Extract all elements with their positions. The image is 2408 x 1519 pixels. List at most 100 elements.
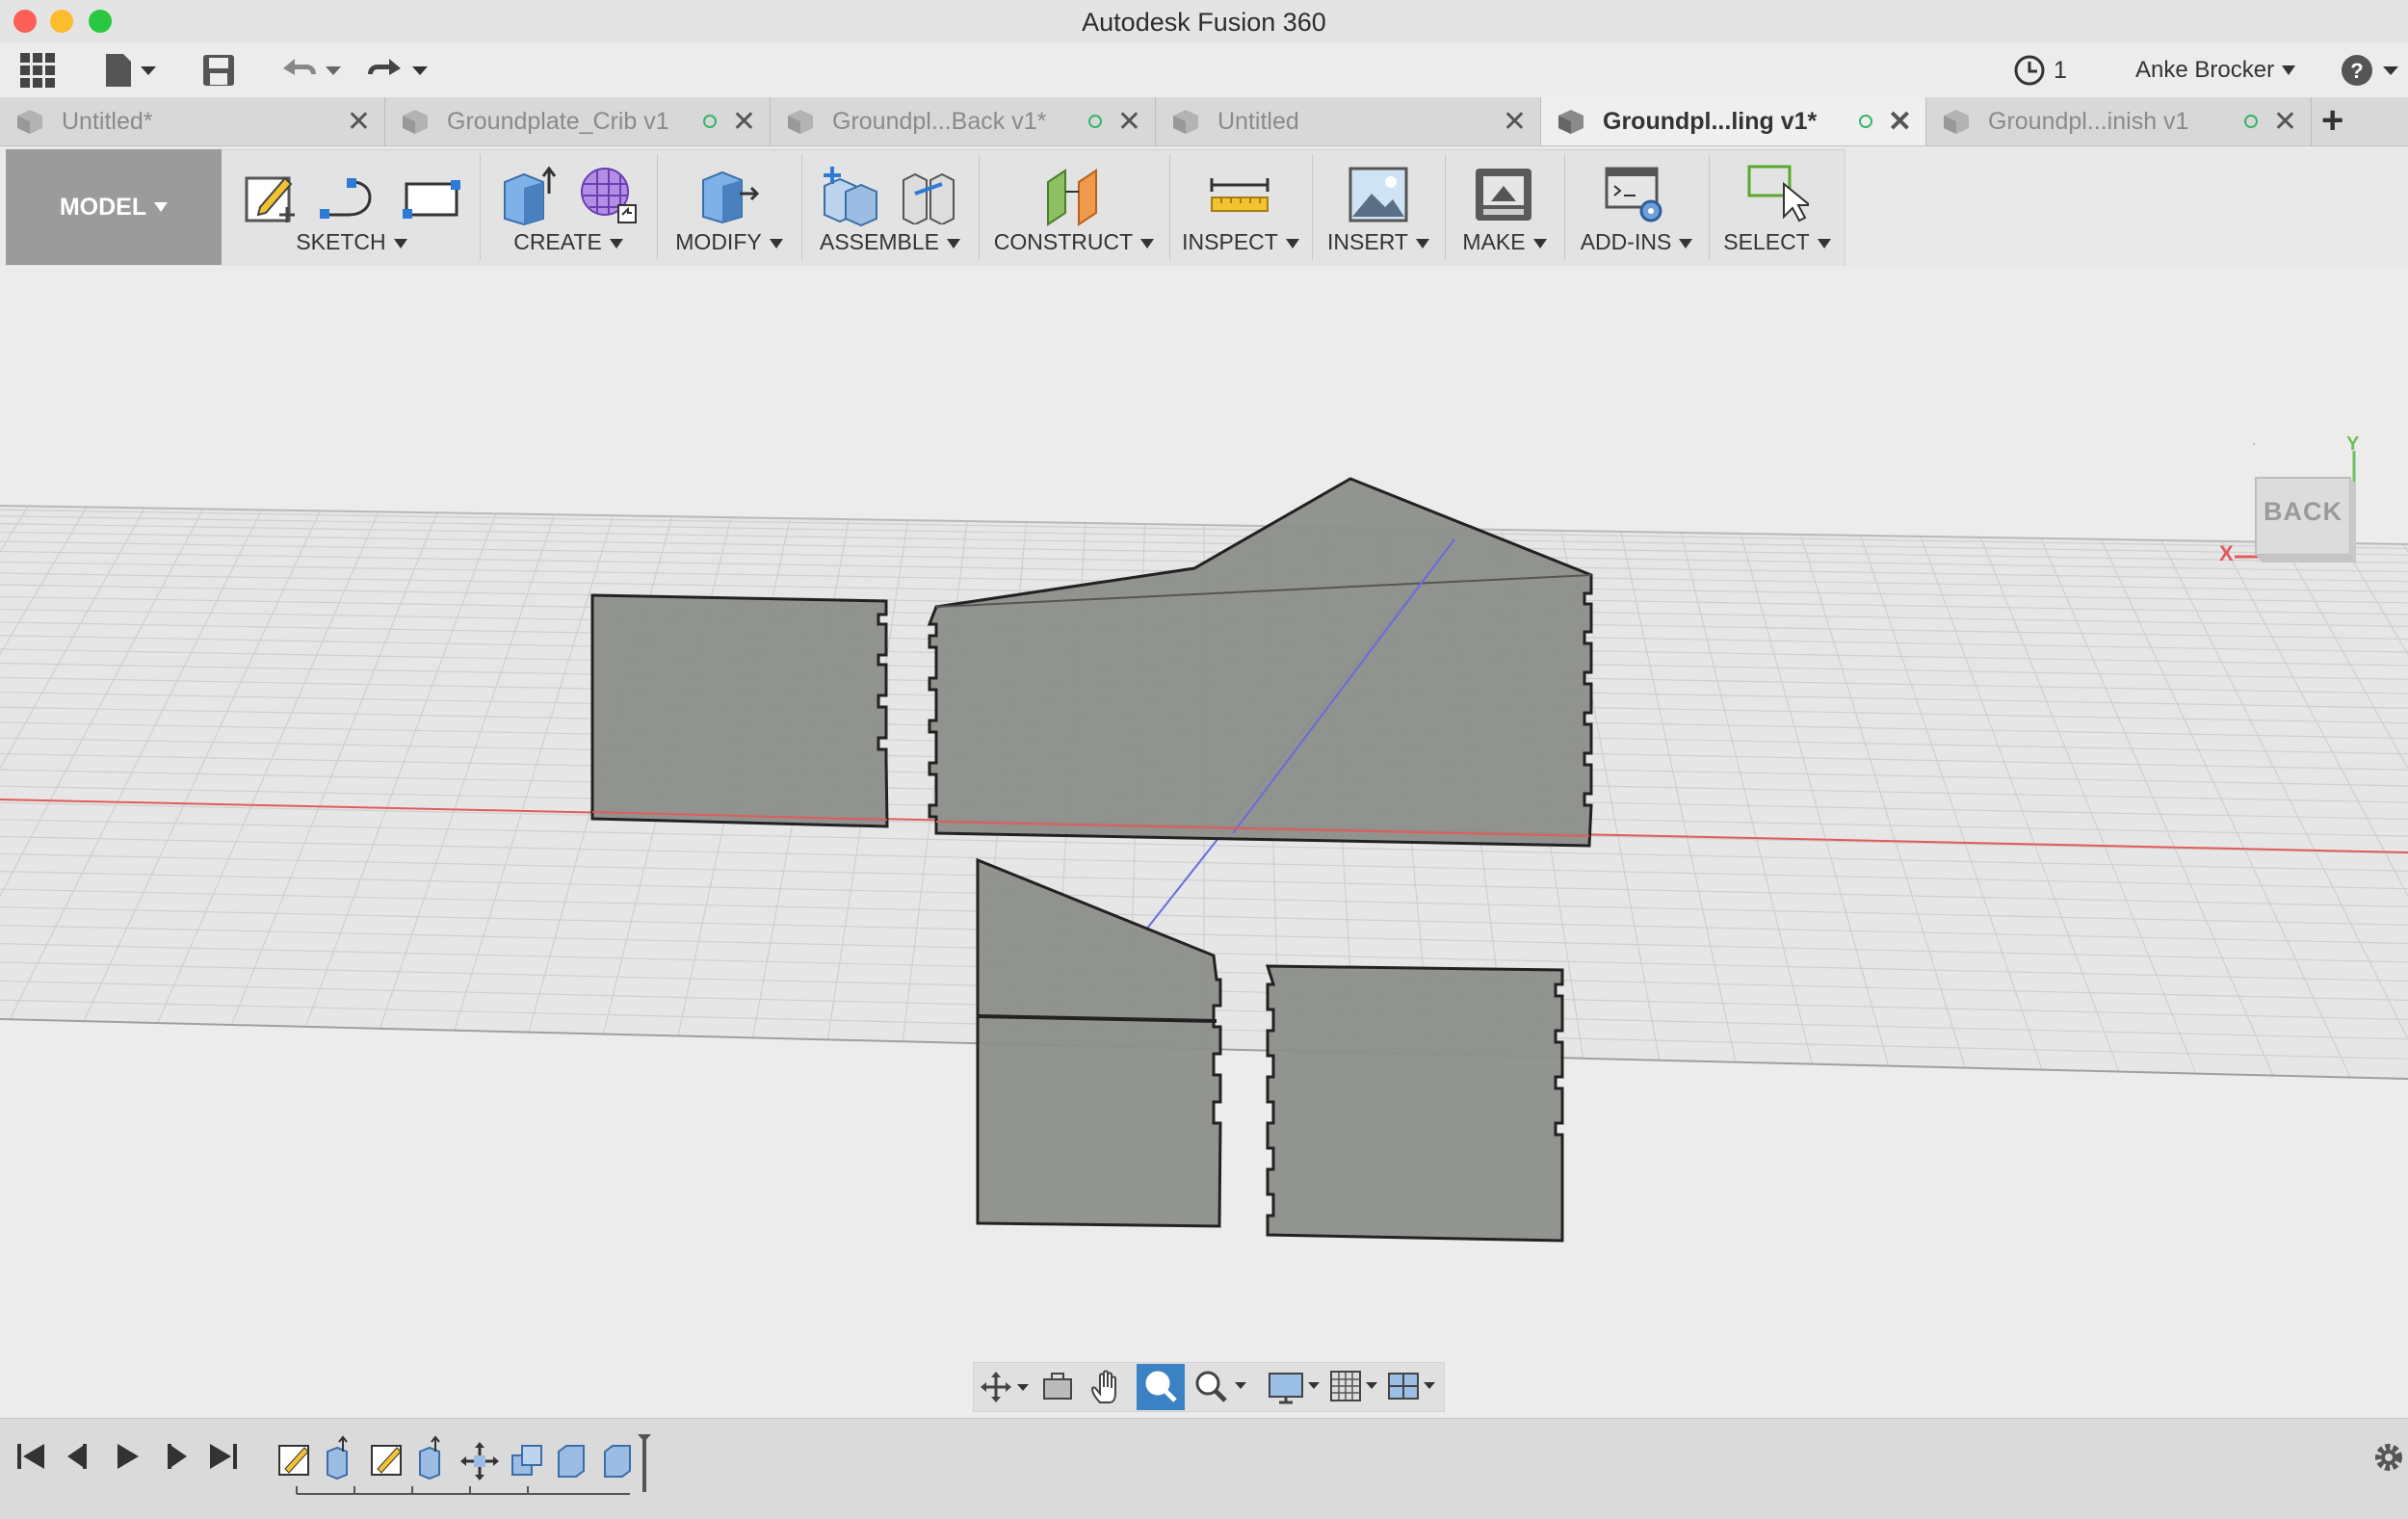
create-group[interactable]: CREATE [482, 149, 655, 265]
create-sketch-icon[interactable] [241, 167, 301, 226]
close-tab-icon[interactable]: ✕ [732, 105, 756, 139]
3d-print-icon[interactable] [1472, 165, 1535, 224]
extrude-icon[interactable] [499, 165, 559, 226]
svg-text:?: ? [2350, 59, 2363, 83]
design-cube-icon [788, 110, 813, 134]
scripts-addins-icon[interactable] [1605, 165, 1668, 226]
addins-menu-label[interactable]: ADD-INS [1566, 229, 1707, 255]
go-to-start-icon[interactable] [15, 1440, 48, 1478]
assemble-group[interactable]: ASSEMBLE [803, 149, 977, 265]
timeline-sketch-icon [371, 1445, 402, 1476]
close-tab-icon[interactable]: ✕ [2273, 105, 2297, 139]
close-tab-icon[interactable]: ✕ [347, 105, 371, 139]
document-tab[interactable]: Groundpl...Back v1* ✕ [771, 97, 1156, 145]
save-icon[interactable] [200, 52, 237, 89]
select-group[interactable]: SELECT [1711, 149, 1844, 265]
workspace-switcher-button[interactable]: MODEL [6, 149, 222, 265]
file-menu-button[interactable] [104, 52, 162, 89]
job-status-button[interactable]: 1 [2013, 52, 2067, 89]
user-menu[interactable]: Anke Brocker [2135, 52, 2296, 89]
canvas-viewport[interactable]: BACK X Y [0, 266, 2408, 1417]
look-at-icon[interactable] [1038, 1370, 1077, 1404]
data-panel-grid-icon[interactable] [19, 52, 56, 89]
display-settings-icon[interactable] [1268, 1368, 1325, 1406]
saved-status-icon [1087, 115, 1102, 128]
close-tab-icon[interactable]: ✕ [1503, 105, 1527, 139]
document-tab-active[interactable]: Groundpl...ling v1* ✕ [1541, 97, 1926, 145]
document-tab[interactable]: Groundpl...inish v1 ✕ [1926, 97, 2312, 145]
title-bar: Autodesk Fusion 360 [0, 0, 2408, 43]
offset-plane-icon[interactable] [1042, 165, 1106, 226]
sketch-group[interactable]: SKETCH [223, 149, 480, 265]
construct-group[interactable]: CONSTRUCT [981, 149, 1167, 265]
3d-scene[interactable] [0, 266, 2408, 1417]
select-cursor-icon[interactable] [1745, 163, 1809, 226]
inspect-menu-label[interactable]: INSPECT [1171, 229, 1310, 255]
sketch-menu-label[interactable]: SKETCH [223, 229, 480, 255]
tab-label: Groundpl...ling v1* [1603, 107, 1818, 135]
insert-menu-label[interactable]: INSERT [1314, 229, 1443, 255]
ribbon-separator [1709, 154, 1710, 260]
make-group[interactable]: MAKE [1447, 149, 1562, 265]
close-tab-icon[interactable]: ✕ [1888, 105, 1912, 139]
viewcube[interactable]: BACK X Y [2208, 433, 2379, 588]
saved-status-icon [702, 115, 717, 128]
tab-label: Untitled* [62, 107, 153, 135]
step-forward-icon[interactable] [158, 1440, 191, 1478]
document-tab[interactable]: Untitled ✕ [1156, 97, 1541, 145]
new-component-icon[interactable] [819, 163, 882, 226]
redo-icon[interactable] [366, 52, 430, 89]
make-menu-label[interactable]: MAKE [1447, 229, 1562, 255]
ribbon-separator [657, 154, 658, 260]
ribbon-separator [979, 154, 980, 260]
go-to-end-icon[interactable] [206, 1440, 239, 1478]
design-cube-icon [1173, 110, 1198, 134]
insert-group[interactable]: INSERT [1314, 149, 1443, 265]
select-menu-label[interactable]: SELECT [1711, 229, 1844, 255]
measure-icon[interactable] [1206, 172, 1273, 221]
timeline-move-icon [460, 1442, 499, 1480]
construct-menu-label[interactable]: CONSTRUCT [981, 229, 1167, 255]
document-tab[interactable]: Untitled* ✕ [0, 97, 385, 145]
pan-hand-icon[interactable] [1088, 1368, 1127, 1406]
job-count: 1 [2054, 56, 2067, 84]
design-cube-icon [1944, 110, 1969, 134]
line-tool-icon[interactable] [318, 176, 383, 224]
grid-settings-icon[interactable] [1329, 1368, 1383, 1406]
addins-group[interactable]: ADD-INS [1566, 149, 1707, 265]
assemble-menu-label[interactable]: ASSEMBLE [803, 229, 977, 255]
window-title: Autodesk Fusion 360 [1082, 8, 1326, 37]
timeline-settings-gear-icon[interactable] [2371, 1440, 2406, 1480]
undo-icon[interactable] [279, 52, 343, 89]
create-menu-label[interactable]: CREATE [482, 229, 655, 255]
zoom-icon[interactable] [1140, 1368, 1181, 1406]
new-tab-plus-icon[interactable]: + [2321, 99, 2343, 143]
joint-icon[interactable] [896, 165, 961, 224]
orbit-icon[interactable] [981, 1370, 1029, 1404]
close-tab-icon[interactable]: ✕ [1117, 105, 1141, 139]
inspect-group[interactable]: INSPECT [1171, 149, 1310, 265]
press-pull-icon[interactable] [697, 165, 761, 226]
chevron-down-icon [154, 202, 169, 212]
step-back-icon[interactable] [64, 1440, 96, 1478]
document-tab[interactable]: Groundplate_Crib v1 ✕ [385, 97, 771, 145]
saved-status-icon [2243, 115, 2258, 128]
timeline-features[interactable] [274, 1428, 659, 1506]
play-icon[interactable] [112, 1440, 144, 1478]
rectangle-tool-icon[interactable] [401, 176, 462, 224]
create-form-icon[interactable] [576, 163, 640, 226]
viewports-icon[interactable] [1387, 1368, 1443, 1406]
timeline-sketch-icon [278, 1445, 309, 1476]
viewcube-face-label[interactable]: BACK [2256, 497, 2350, 527]
modify-menu-label[interactable]: MODIFY [659, 229, 799, 255]
timeline-body-icon [604, 1445, 631, 1478]
design-cube-icon [17, 110, 42, 134]
tab-label: Groundpl...Back v1* [832, 107, 1047, 135]
ribbon-separator [1169, 154, 1170, 260]
fit-zoom-window-icon[interactable] [1192, 1368, 1250, 1406]
help-menu-button[interactable]: ? [2339, 52, 2402, 89]
tab-label: Untitled [1217, 107, 1299, 135]
modify-group[interactable]: MODIFY [659, 149, 799, 265]
insert-image-icon[interactable] [1347, 165, 1410, 224]
timeline-marker-icon [638, 1434, 651, 1492]
